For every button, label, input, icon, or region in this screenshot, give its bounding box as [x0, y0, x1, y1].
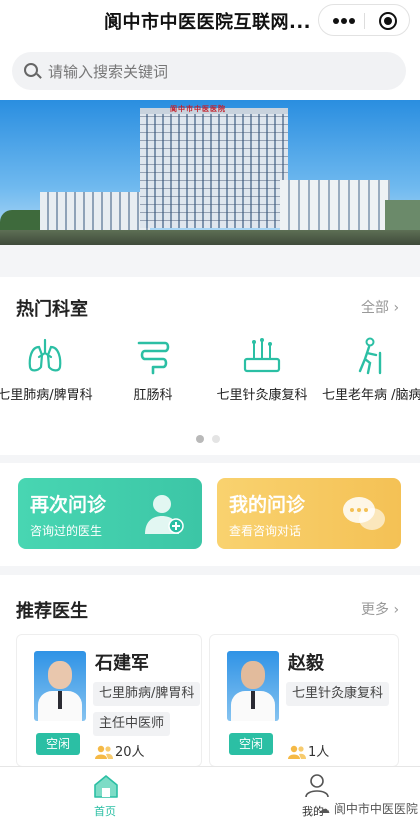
quick-subtitle: 查看咨询对话	[229, 524, 302, 538]
quick-subtitle: 咨询过的医生	[30, 524, 103, 538]
search-icon	[24, 63, 38, 77]
quick-actions: 再次问诊 咨询过的医生 我的问诊 查看咨询对话	[0, 463, 420, 566]
page-dot	[212, 435, 220, 443]
more-dots-icon[interactable]	[333, 18, 355, 24]
banner-ground	[0, 230, 420, 245]
capsule-divider	[364, 13, 365, 29]
title-bar: 阆中市中医医院互联网...	[0, 0, 420, 44]
doctor-photo	[227, 651, 279, 721]
doctors-more-label: 更多	[361, 602, 389, 618]
doctor-department-tag: 七里针灸康复科	[286, 682, 390, 706]
banner-building-far	[385, 200, 420, 232]
chevron-right-icon: ›	[393, 300, 400, 316]
doctor-name: 赵毅	[288, 653, 324, 674]
page-indicator	[196, 435, 226, 443]
watermark-text: 阆中市中医医院	[333, 802, 418, 816]
banner-building-sign: 阆中市中医医院	[170, 105, 226, 113]
hospital-banner[interactable]: 阆中市中医医院	[0, 100, 420, 245]
quick-title: 再次问诊	[30, 494, 107, 516]
tab-label: 首页	[94, 805, 116, 818]
doctors-more-link[interactable]: 更多 ›	[361, 599, 399, 619]
mini-program-capsule	[318, 4, 410, 36]
search-area: 请输入搜索关键词	[0, 44, 420, 100]
doctor-title-tag: 主任中医师	[93, 712, 171, 736]
recommended-doctors-title: 推荐医生	[16, 601, 88, 622]
people-icon	[95, 745, 113, 759]
doctor-photo	[34, 651, 86, 721]
department-label: 七里肺病/脾胃科	[0, 388, 93, 403]
doctor-add-icon	[145, 495, 184, 534]
revisit-consult-card[interactable]: 再次问诊 咨询过的医生	[18, 478, 202, 549]
department-item[interactable]: 七里肺病/脾胃科	[0, 337, 95, 407]
doctor-card[interactable]: 赵毅 七里针灸康复科 空闲 1人	[209, 634, 399, 767]
chevron-right-icon: ›	[393, 602, 400, 618]
bottom-tab-bar: 首页 我的	[0, 766, 420, 826]
department-label: 七里老年病 /脑病科	[322, 388, 420, 403]
hot-departments-title: 热门科室	[16, 299, 88, 320]
doctor-department-tag: 七里肺病/脾胃科	[93, 682, 201, 706]
recommended-doctors: 推荐医生 更多 › 石建军 七里肺病/脾胃科 主任中医师 空闲 20人 赵毅 七…	[0, 575, 420, 767]
intestine-icon	[137, 341, 170, 375]
departments-all-label: 全部	[361, 300, 389, 316]
hot-departments-card: 热门科室 全部 › 七里肺病/脾胃科 肛肠科 七里针灸康复科 七里老年病 /脑病	[0, 277, 420, 455]
banner-building-right	[280, 180, 390, 232]
quick-title: 我的问诊	[229, 494, 306, 516]
consult-count: 1人	[308, 745, 330, 760]
source-watermark: ☁ 阆中市中医医院	[318, 800, 418, 817]
target-circle-icon[interactable]	[379, 12, 397, 30]
page-dot-active	[196, 435, 204, 443]
elderly-walker-icon	[358, 337, 382, 375]
search-input[interactable]: 请输入搜索关键词	[12, 52, 406, 90]
acupuncture-icon	[243, 338, 281, 373]
doctor-card[interactable]: 石建军 七里肺病/脾胃科 主任中医师 空闲 20人	[16, 634, 202, 767]
department-label: 肛肠科	[133, 388, 173, 403]
lungs-icon	[28, 338, 62, 372]
doctor-status-badge: 空闲	[229, 733, 273, 755]
department-item[interactable]: 七里针灸康复科	[212, 337, 312, 407]
department-list: 七里肺病/脾胃科 肛肠科 七里针灸康复科 七里老年病 /脑病科	[0, 337, 420, 407]
tab-mine[interactable]: 我的	[266, 767, 366, 826]
chat-bubbles-icon	[343, 497, 385, 530]
home-icon	[94, 775, 118, 798]
banner-building-main	[140, 108, 288, 228]
my-consult-card[interactable]: 我的问诊 查看咨询对话	[217, 478, 401, 549]
doctor-status-badge: 空闲	[36, 733, 80, 755]
department-label: 七里针灸康复科	[216, 388, 308, 403]
search-placeholder: 请输入搜索关键词	[48, 63, 169, 81]
tab-home[interactable]: 首页	[55, 767, 155, 826]
doctor-name: 石建军	[95, 653, 149, 674]
consult-count: 20人	[115, 745, 145, 760]
departments-all-link[interactable]: 全部 ›	[361, 297, 399, 317]
wechat-logo-icon: ☁	[318, 802, 334, 816]
people-icon	[288, 745, 306, 759]
department-item[interactable]: 七里老年病 /脑病科	[322, 337, 420, 407]
banner-building-left	[40, 192, 150, 232]
department-item[interactable]: 肛肠科	[103, 337, 203, 407]
user-icon	[305, 774, 329, 798]
page-title: 阆中市中医医院互联网...	[104, 12, 312, 33]
